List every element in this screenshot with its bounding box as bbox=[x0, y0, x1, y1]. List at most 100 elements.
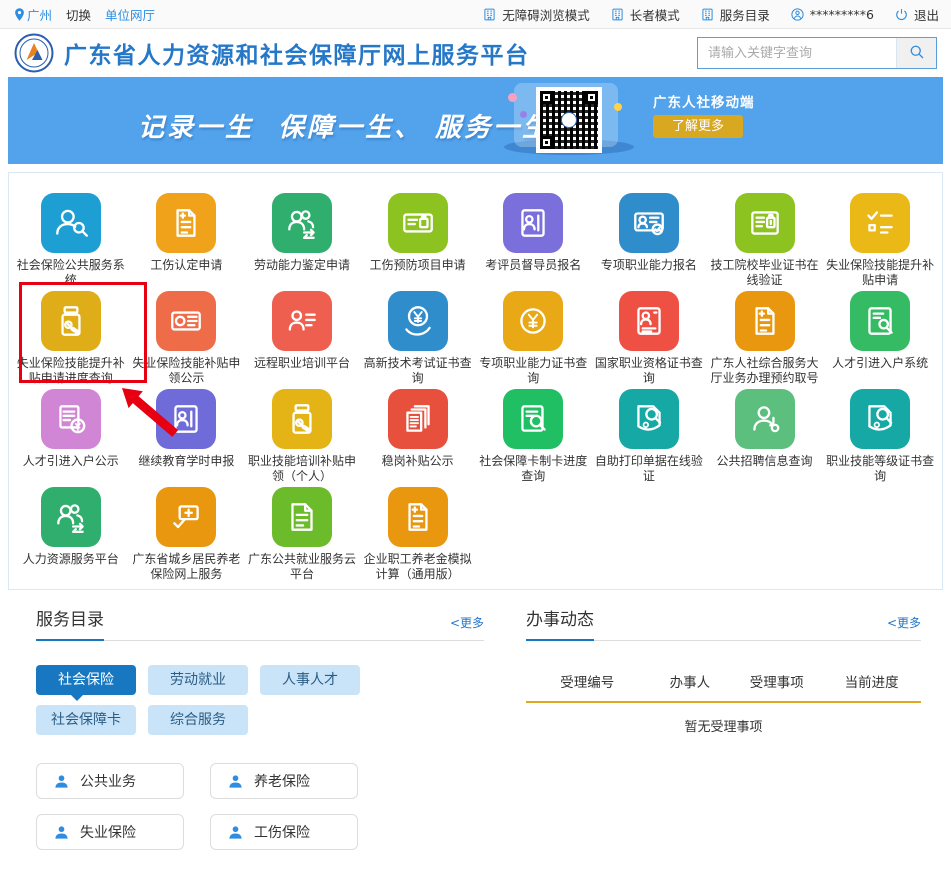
catalog-service-button[interactable]: 失业保险 bbox=[36, 814, 184, 850]
catalog-tab[interactable]: 社会保障卡 bbox=[36, 705, 136, 735]
service-item[interactable]: 广东公共就业服务云平台 bbox=[244, 487, 360, 585]
document-plus-icon bbox=[156, 193, 216, 253]
service-item-label: 职业技能等级证书查询 bbox=[822, 454, 938, 484]
catalog-tab[interactable]: 人事人才 bbox=[260, 665, 360, 695]
learn-more-button[interactable]: 了解更多 bbox=[653, 115, 743, 138]
cert-person-icon bbox=[619, 291, 679, 351]
service-item[interactable]: 职业技能等级证书查询 bbox=[822, 389, 938, 487]
user-circle-icon bbox=[790, 7, 805, 22]
service-item[interactable]: 失业保险技能补贴申领公示 bbox=[129, 291, 245, 389]
service-item[interactable]: 自助打印单据在线验证 bbox=[591, 389, 707, 487]
service-item-label: 人才引进入户公示 bbox=[20, 454, 122, 469]
service-item-label: 技工院校毕业证书在线验证 bbox=[707, 258, 823, 288]
service-item[interactable]: 失业保险技能提升补贴申请 bbox=[822, 193, 938, 291]
service-item-label: 稳岗补贴公示 bbox=[379, 454, 457, 469]
service-item-label: 继续教育学时申报 bbox=[135, 454, 237, 469]
service-item-label: 工伤预防项目申请 bbox=[367, 258, 469, 273]
agency-logo bbox=[14, 33, 54, 73]
card-check-icon bbox=[156, 487, 216, 547]
document-icon bbox=[272, 487, 332, 547]
logout-link[interactable]: 退出 bbox=[894, 5, 939, 24]
service-item[interactable]: 公共招聘信息查询 bbox=[707, 389, 823, 487]
service-item[interactable]: 专项职业能力报名 bbox=[591, 193, 707, 291]
service-item[interactable]: 广东省城乡居民养老保险网上服务 bbox=[129, 487, 245, 585]
service-item[interactable]: 劳动能力鉴定申请 bbox=[244, 193, 360, 291]
service-item-label: 自助打印单据在线验证 bbox=[591, 454, 707, 484]
service-item-label: 广东省城乡居民养老保险网上服务 bbox=[129, 552, 245, 582]
service-item[interactable]: 考评员督导员报名 bbox=[476, 193, 592, 291]
service-item-label: 失业保险技能补贴申领公示 bbox=[129, 356, 245, 386]
catalog-more-link[interactable]: <更多 bbox=[450, 614, 484, 640]
catalog-service-button-label: 公共业务 bbox=[80, 771, 136, 791]
pill-bottle-icon bbox=[41, 291, 101, 351]
switch-location-link[interactable]: 切换 bbox=[66, 5, 91, 24]
service-item[interactable]: 人力资源服务平台 bbox=[13, 487, 129, 585]
service-item-label: 专项职业能力证书查询 bbox=[476, 356, 592, 386]
accessibility-mode-label: 无障碍浏览模式 bbox=[502, 5, 590, 24]
service-item[interactable]: 工伤预防项目申请 bbox=[360, 193, 476, 291]
progress-more-link[interactable]: <更多 bbox=[887, 614, 921, 640]
yen-circle-icon bbox=[503, 291, 563, 351]
doc-dollar-icon bbox=[41, 389, 101, 449]
id-card-stamp-icon bbox=[619, 193, 679, 253]
banner-decor-dot bbox=[520, 111, 527, 118]
service-item-label: 专项职业能力报名 bbox=[598, 258, 700, 273]
catalog-service-button-label: 养老保险 bbox=[254, 771, 310, 791]
elder-mode-link[interactable]: 长者模式 bbox=[610, 5, 680, 24]
service-catalog-title: 服务目录 bbox=[36, 605, 104, 641]
power-icon bbox=[894, 7, 909, 22]
catalog-tab[interactable]: 社会保险 bbox=[36, 665, 136, 695]
service-item-label: 社会保险公共服务系统 bbox=[13, 258, 129, 288]
person-stethoscope-icon bbox=[735, 389, 795, 449]
doc-search-icon bbox=[503, 389, 563, 449]
catalog-service-button[interactable]: 公共业务 bbox=[36, 763, 184, 799]
promo-banner: 记录一生 保障一生、 服务一生 广东人社移动端 了解更多 bbox=[8, 77, 943, 164]
person-icon bbox=[53, 773, 70, 790]
accessibility-mode-link[interactable]: 无障碍浏览模式 bbox=[482, 5, 590, 24]
search-input[interactable] bbox=[698, 38, 896, 68]
service-item-label: 广东人社综合服务大厅业务办理预约取号 bbox=[707, 356, 823, 386]
keyword-search bbox=[697, 37, 937, 69]
service-item[interactable]: 远程职业培训平台 bbox=[244, 291, 360, 389]
catalog-tabs: 社会保险劳动就业人事人才社会保障卡综合服务 bbox=[36, 665, 388, 735]
service-item[interactable]: 工伤认定申请 bbox=[129, 193, 245, 291]
service-directory-link[interactable]: 服务目录 bbox=[700, 5, 770, 24]
service-item[interactable]: 技工院校毕业证书在线验证 bbox=[707, 193, 823, 291]
catalog-service-button-label: 工伤保险 bbox=[254, 822, 310, 842]
service-item[interactable]: 人才引进入户公示 bbox=[13, 389, 129, 487]
service-item-label: 考评员督导员报名 bbox=[482, 258, 584, 273]
service-item[interactable]: 稳岗补贴公示 bbox=[360, 389, 476, 487]
user-account[interactable]: *********6 bbox=[790, 7, 874, 22]
location-label[interactable]: 广州 bbox=[27, 5, 52, 24]
doc-stack-icon bbox=[388, 389, 448, 449]
catalog-service-button[interactable]: 养老保险 bbox=[210, 763, 358, 799]
service-item-label: 工伤认定申请 bbox=[147, 258, 225, 273]
services-grid: 社会保险公共服务系统 工伤认定申请 劳动能力鉴定申请工伤预防项目申请考评员督导员报名… bbox=[13, 193, 938, 585]
person-icon bbox=[53, 824, 70, 841]
catalog-tab[interactable]: 劳动就业 bbox=[148, 665, 248, 695]
card-si-icon bbox=[156, 291, 216, 351]
elder-mode-label: 长者模式 bbox=[630, 5, 680, 24]
service-item[interactable]: 广东人社综合服务大厅业务办理预约取号 bbox=[707, 291, 823, 389]
service-item[interactable]: 失业保险技能提升补贴申请进度查询 bbox=[13, 291, 129, 389]
service-directory-label: 服务目录 bbox=[720, 5, 770, 24]
progress-column-header: 受理编号 bbox=[526, 671, 648, 691]
service-item[interactable]: 社会保障卡制卡进度查询 bbox=[476, 389, 592, 487]
service-item[interactable]: 社会保险公共服务系统 bbox=[13, 193, 129, 291]
person-doc-icon bbox=[156, 389, 216, 449]
service-item[interactable]: 职业技能培训补贴申领（个人） bbox=[244, 389, 360, 487]
service-item[interactable]: 国家职业资格证书查询 bbox=[591, 291, 707, 389]
catalog-tab[interactable]: 综合服务 bbox=[148, 705, 248, 735]
catalog-service-button[interactable]: 工伤保险 bbox=[210, 814, 358, 850]
unit-hall-link[interactable]: 单位网厅 bbox=[105, 5, 155, 24]
service-item[interactable]: 专项职业能力证书查询 bbox=[476, 291, 592, 389]
service-item[interactable]: 企业职工养老金模拟计算（通用版） bbox=[360, 487, 476, 585]
building-grid-icon bbox=[700, 7, 715, 22]
gold-divider bbox=[526, 701, 921, 703]
site-header: 广东省人力资源和社会保障厅网上服务平台 bbox=[0, 29, 951, 77]
service-item-label: 劳动能力鉴定申请 bbox=[251, 258, 353, 273]
search-button[interactable] bbox=[896, 38, 936, 68]
service-item[interactable]: 继续教育学时申报 bbox=[129, 389, 245, 487]
service-item[interactable]: 高新技术考试证书查询 bbox=[360, 291, 476, 389]
service-item[interactable]: 人才引进入户系统 bbox=[822, 291, 938, 389]
